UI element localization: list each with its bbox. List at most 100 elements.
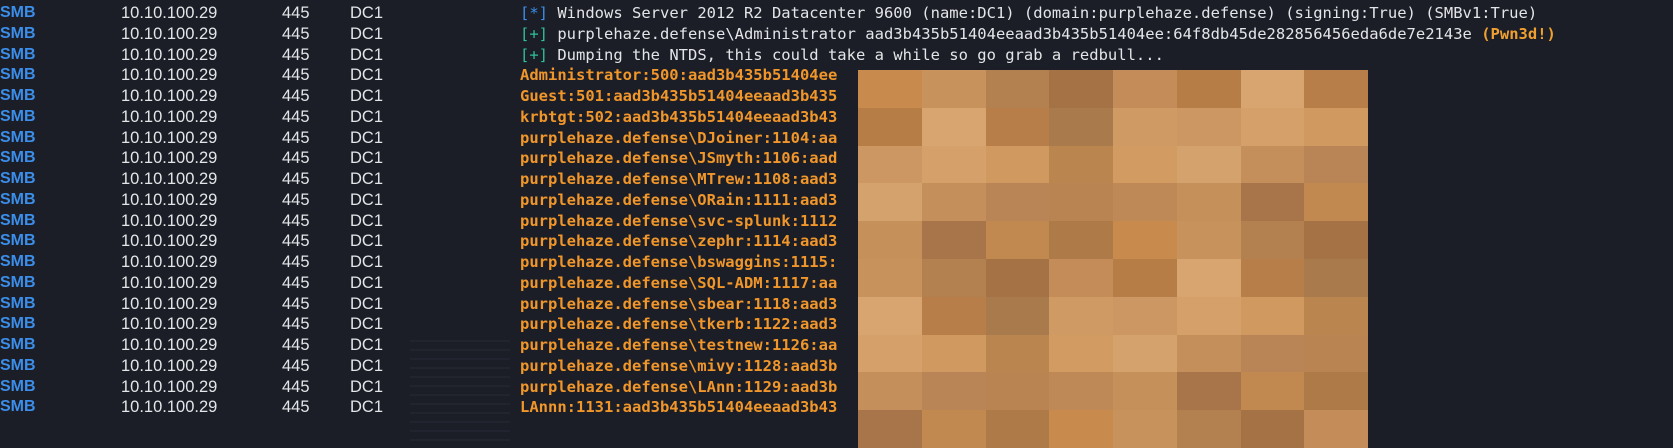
protocol-label: SMB (0, 356, 36, 374)
ip-address: 10.10.100.29 (121, 315, 218, 334)
port-number: 445 (282, 336, 310, 354)
redaction-pixel (1304, 258, 1368, 297)
ip-address: 10.10.100.29 (121, 211, 218, 230)
redaction-pixel (1113, 107, 1177, 146)
port-number: 445 (282, 87, 310, 105)
redaction-pixel (1113, 221, 1177, 259)
ntds-hash-entry: purplehaze.defense\tkerb:1122:aad3 (520, 315, 838, 334)
hostname: DC1 (350, 87, 384, 105)
redaction-pixel (1176, 334, 1241, 373)
ntds-hash-entry: purplehaze.defense\sbear:1118:aad3 (520, 294, 838, 313)
message-text: Windows Server 2012 R2 Datacenter 9600 (… (557, 4, 1538, 22)
redaction-pixel (1113, 296, 1177, 335)
redaction-pixel (985, 221, 1050, 259)
redaction-pixel (1240, 334, 1305, 373)
ip-address: 10.10.100.29 (121, 170, 218, 188)
redaction-pixel (921, 258, 986, 297)
message: [+] Dumping the NTDS, this could take a … (520, 44, 1164, 66)
redaction-pixel (1113, 334, 1177, 373)
hostname: DC1 (350, 315, 384, 334)
redaction-pixel (985, 107, 1050, 146)
protocol-label: SMB (0, 315, 36, 333)
redaction-pixel (1049, 258, 1113, 297)
redaction-pixel (1176, 296, 1241, 335)
ntds-hash-entry: purplehaze.defense\testnew:1126:aa (520, 336, 838, 354)
redaction-pixel (921, 372, 986, 411)
hostname: DC1 (350, 356, 384, 375)
protocol-label: SMB (0, 190, 36, 208)
redaction-pixel (858, 296, 922, 335)
message-text: Dumping the NTDS, this could take a whil… (557, 45, 1164, 64)
protocol-label: SMB (0, 336, 36, 353)
port-number: 445 (282, 66, 310, 85)
hostname: DC1 (350, 4, 384, 22)
redaction-pixel (1304, 107, 1368, 146)
hostname: DC1 (350, 107, 384, 126)
protocol-label: SMB (0, 107, 36, 125)
hostname: DC1 (350, 336, 384, 354)
redaction-pixel (858, 145, 922, 184)
redaction-pixel (1113, 145, 1177, 184)
hostname: DC1 (350, 273, 384, 292)
redaction-pixel (1113, 183, 1177, 222)
background-artifact (410, 340, 510, 448)
redaction-pixel (921, 107, 986, 146)
ip-address: 10.10.100.29 (121, 232, 218, 251)
redaction-pixel (858, 334, 922, 373)
redaction-pixel (1304, 221, 1368, 259)
hostname: DC1 (350, 190, 384, 209)
hostname: DC1 (350, 24, 384, 43)
protocol-label: SMB (0, 294, 36, 312)
redaction-pixel (921, 70, 986, 108)
redaction-pixel (1240, 258, 1305, 297)
port-number: 445 (282, 294, 310, 313)
redaction-pixel (921, 145, 986, 184)
port-number: 445 (282, 315, 310, 334)
protocol-label: SMB (0, 4, 36, 21)
ntds-hash-entry: LAnnn:1131:aad3b435b51404eeaad3b43 (520, 398, 838, 417)
ip-address: 10.10.100.29 (121, 107, 218, 126)
redaction-pixel (985, 258, 1050, 297)
message: [*] Windows Server 2012 R2 Datacenter 96… (520, 2, 1537, 24)
ip-address: 10.10.100.29 (121, 128, 218, 147)
terminal-window[interactable]: SMB 10.10.100.29 445 DC1 [*] Windows Server … (0, 0, 1673, 448)
redaction-pixel (921, 296, 986, 335)
port-number: 445 (282, 398, 310, 417)
hostname: DC1 (350, 211, 384, 230)
protocol-label: SMB (0, 398, 36, 416)
redaction-pixel (1176, 221, 1241, 259)
port-number: 445 (282, 273, 310, 292)
redaction-pixel (1049, 372, 1113, 411)
ip-address: 10.10.100.29 (121, 66, 218, 85)
protocol-label: SMB (0, 211, 36, 229)
port-number: 445 (282, 45, 310, 64)
ip-address: 10.10.100.29 (121, 398, 218, 417)
protocol-label: SMB (0, 128, 36, 146)
port-number: 445 (282, 170, 310, 188)
protocol-label: SMB (0, 232, 36, 250)
redaction-pixel (858, 372, 922, 411)
port-number: 445 (282, 4, 310, 22)
hostname: DC1 (350, 170, 384, 188)
redaction-pixel (921, 334, 986, 373)
redaction-pixel (858, 107, 922, 146)
ntds-hash-entry: purplehaze.defense\DJoiner:1104:aa (520, 128, 838, 147)
redaction-pixel (985, 334, 1050, 373)
hostname: DC1 (350, 294, 384, 313)
redaction-pixel (1049, 70, 1113, 108)
redaction-pixel (1304, 145, 1368, 184)
ip-address: 10.10.100.29 (121, 377, 218, 396)
redaction-pixel (1176, 107, 1241, 146)
redaction-pixel (1304, 410, 1368, 448)
ntds-hash-entry: Administrator:500:aad3b435b51404ee (520, 66, 838, 85)
redaction-pixel (1176, 410, 1241, 448)
hostname: DC1 (350, 45, 384, 64)
ip-address: 10.10.100.29 (121, 87, 218, 105)
redaction-pixel (1240, 70, 1305, 108)
redaction-pixel (1049, 296, 1113, 335)
hostname: DC1 (350, 66, 384, 85)
redaction-pixel (1049, 145, 1113, 184)
redaction-pixel (858, 221, 922, 259)
redaction-pixel (1240, 145, 1305, 184)
redaction-pixel (858, 70, 922, 108)
